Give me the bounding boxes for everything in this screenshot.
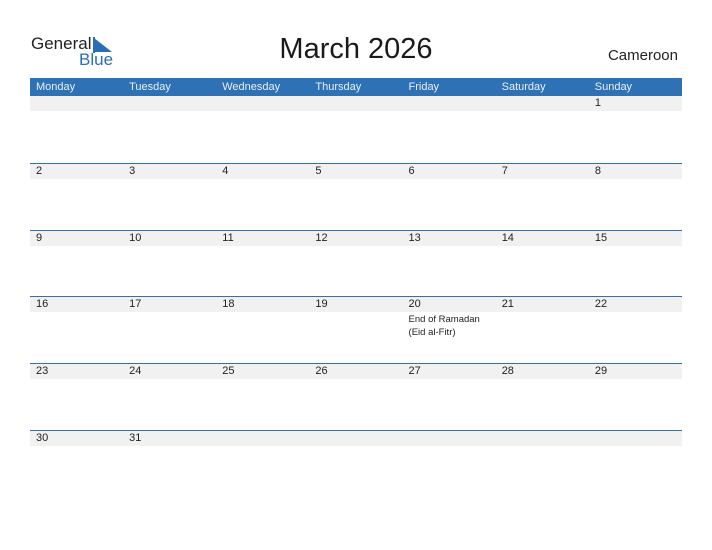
day-cell bbox=[216, 431, 309, 497]
day-number: 20 bbox=[408, 298, 421, 310]
day-number: 17 bbox=[129, 298, 142, 310]
day-cell: 14 bbox=[496, 231, 589, 297]
day-number: 22 bbox=[594, 298, 608, 310]
day-cell: 19 bbox=[309, 297, 402, 363]
day-cell: 3 bbox=[123, 164, 216, 230]
day-number: 16 bbox=[36, 298, 49, 310]
day-number: 23 bbox=[36, 365, 49, 377]
day-cell: 21 bbox=[496, 297, 589, 363]
day-cell: 17 bbox=[123, 297, 216, 363]
day-cell: 8 bbox=[589, 164, 682, 230]
day-cell: 30 bbox=[30, 431, 123, 497]
day-cell: 16 bbox=[30, 297, 123, 363]
weekday-sunday: Sunday bbox=[594, 81, 633, 93]
day-number: 24 bbox=[129, 365, 142, 377]
day-cell bbox=[403, 431, 496, 497]
day-cell bbox=[30, 96, 123, 162]
day-cell bbox=[123, 96, 216, 162]
day-cell: 1 bbox=[589, 96, 682, 162]
weekday-thursday: Thursday bbox=[315, 81, 362, 93]
day-cell: 27 bbox=[403, 364, 496, 430]
page-title: March 2026 bbox=[279, 33, 433, 65]
day-cell: 28 bbox=[496, 364, 589, 430]
week-row: 2 3 4 5 6 7 8 bbox=[30, 163, 682, 230]
day-cell: 12 bbox=[309, 231, 402, 297]
day-number: 3 bbox=[129, 165, 136, 177]
day-number: 29 bbox=[594, 365, 608, 377]
day-cell: 22 bbox=[589, 297, 682, 363]
day-number: 6 bbox=[408, 165, 415, 177]
day-cell: 18 bbox=[216, 297, 309, 363]
week-row: 16 17 18 19 20 End of Ramadan (Eid al-Fitr) 21… bbox=[30, 296, 682, 363]
day-cell: 13 bbox=[403, 231, 496, 297]
day-number: 10 bbox=[129, 232, 142, 244]
country-label: Cameroon bbox=[607, 47, 678, 64]
day-cell: 9 bbox=[30, 231, 123, 297]
day-cell bbox=[216, 96, 309, 162]
day-number: 25 bbox=[222, 365, 235, 377]
day-number: 1 bbox=[594, 97, 601, 109]
day-cell: 15 bbox=[589, 231, 682, 297]
day-cell bbox=[403, 96, 496, 162]
day-number: 13 bbox=[408, 232, 421, 244]
day-cell: 25 bbox=[216, 364, 309, 430]
day-cell: 26 bbox=[309, 364, 402, 430]
day-cell bbox=[496, 96, 589, 162]
day-cell: 31 bbox=[123, 431, 216, 497]
day-cell: 2 bbox=[30, 164, 123, 230]
weekday-tuesday: Tuesday bbox=[129, 81, 171, 93]
day-cell: 23 bbox=[30, 364, 123, 430]
day-cell: 6 bbox=[403, 164, 496, 230]
day-cell: 10 bbox=[123, 231, 216, 297]
day-cell bbox=[309, 431, 402, 497]
day-cell: 29 bbox=[589, 364, 682, 430]
day-number: 30 bbox=[36, 432, 49, 444]
day-number: 14 bbox=[501, 232, 514, 244]
day-number: 12 bbox=[315, 232, 328, 244]
day-number: 28 bbox=[501, 365, 514, 377]
weekday-monday: Monday bbox=[36, 81, 76, 93]
weekday-header: Monday Tuesday Wednesday Thursday Friday… bbox=[30, 78, 682, 96]
day-cell: 11 bbox=[216, 231, 309, 297]
day-number: 9 bbox=[36, 232, 43, 244]
week-row: 1 bbox=[30, 95, 682, 162]
day-cell: 5 bbox=[309, 164, 402, 230]
day-cell bbox=[496, 431, 589, 497]
holiday-label: End of Ramadan (Eid al-Fitr) bbox=[408, 314, 480, 338]
week-row: 30 31 bbox=[30, 430, 682, 497]
day-number: 27 bbox=[408, 365, 421, 377]
week-row: 23 24 25 26 27 28 29 bbox=[30, 363, 682, 430]
week-row: 9 10 11 12 13 14 15 bbox=[30, 230, 682, 297]
day-number: 15 bbox=[594, 232, 608, 244]
weekday-friday: Friday bbox=[408, 81, 440, 93]
day-number: 2 bbox=[36, 165, 43, 177]
day-cell: 20 End of Ramadan (Eid al-Fitr) bbox=[403, 297, 496, 363]
day-number: 4 bbox=[222, 165, 229, 177]
day-cell: 7 bbox=[496, 164, 589, 230]
day-number: 8 bbox=[594, 165, 601, 177]
day-cell bbox=[309, 96, 402, 162]
day-cell: 4 bbox=[216, 164, 309, 230]
weekday-wednesday: Wednesday bbox=[222, 81, 281, 93]
day-cell: 24 bbox=[123, 364, 216, 430]
day-number: 11 bbox=[222, 232, 234, 244]
day-number: 26 bbox=[315, 365, 328, 377]
day-number: 18 bbox=[222, 298, 235, 310]
day-number: 21 bbox=[501, 298, 514, 310]
day-number: 31 bbox=[129, 432, 142, 444]
day-number: 5 bbox=[315, 165, 322, 177]
weekday-saturday: Saturday bbox=[501, 81, 546, 93]
day-number: 19 bbox=[315, 298, 328, 310]
day-number: 7 bbox=[501, 165, 508, 177]
day-cell bbox=[589, 431, 682, 497]
